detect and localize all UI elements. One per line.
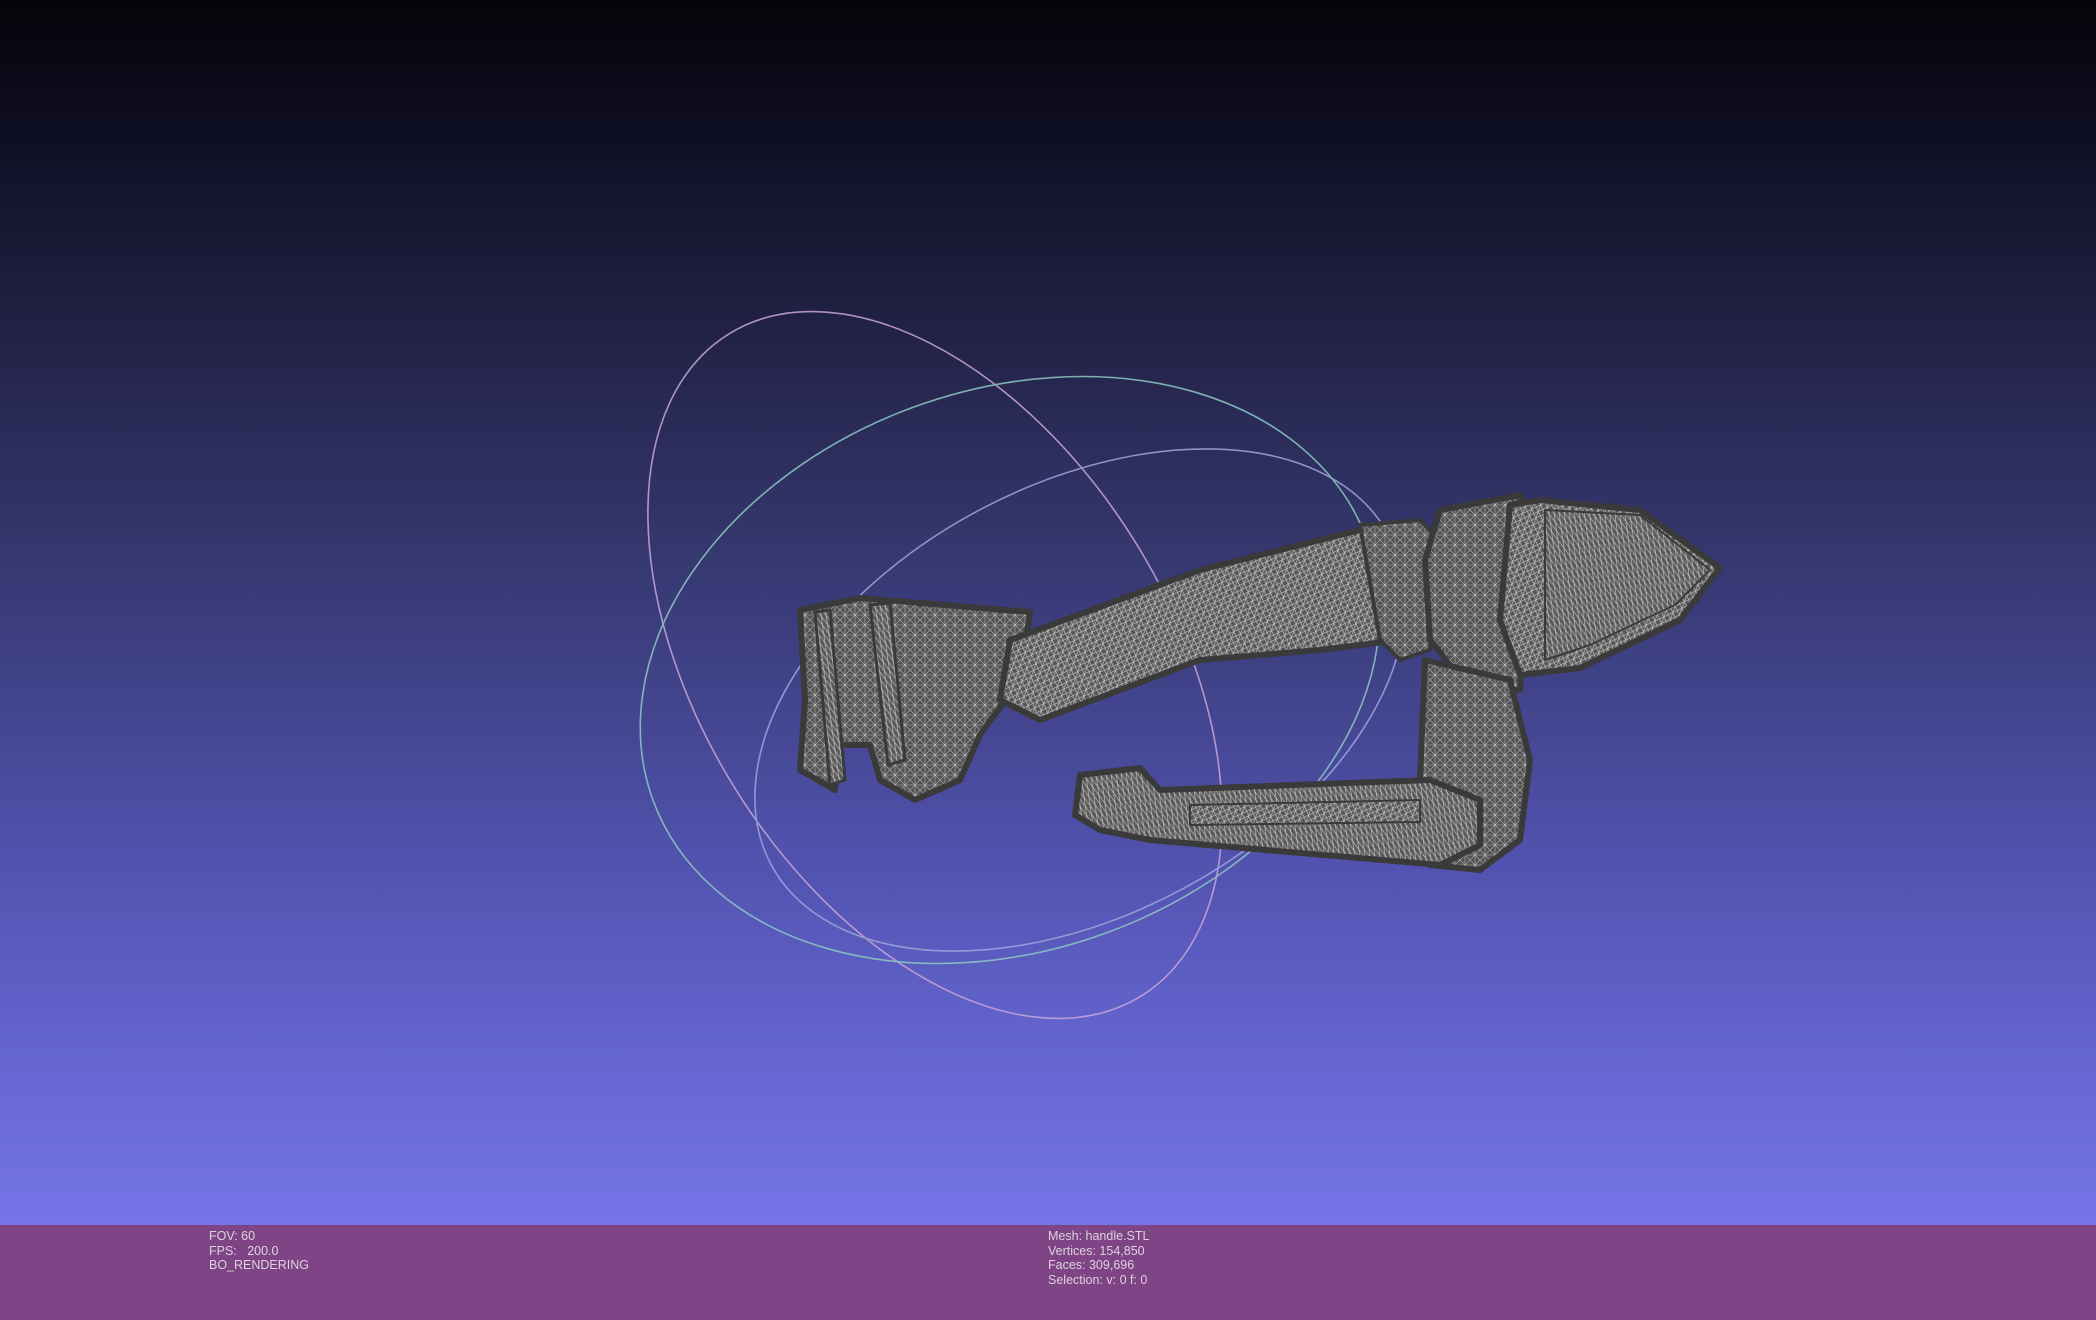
meshlab-window: FOV: 60 FPS: 200.0 BO_RENDERING Mesh: ha… (0, 0, 2096, 1320)
mesh-model[interactable] (797, 492, 1723, 873)
faces-count-label: Faces: 309,696 (1048, 1258, 1135, 1273)
fov-label: FOV: 60 (209, 1229, 256, 1243)
3d-viewport[interactable] (0, 0, 2096, 1225)
scene-canvas[interactable] (0, 0, 2096, 1225)
mesh-info-panel: Mesh: handle.STL Vertices: 154,850 Faces… (1048, 1229, 1149, 1287)
mesh-name-label: Mesh: handle.STL (1048, 1229, 1150, 1243)
render-info-panel: FOV: 60 FPS: 200.0 BO_RENDERING (209, 1229, 309, 1273)
vertices-count-label: Vertices: 154,850 (1048, 1243, 1145, 1258)
mesh-shaft (997, 527, 1413, 723)
rendering-mode-label: BO_RENDERING (209, 1258, 310, 1273)
fps-label: FPS: 200.0 (209, 1243, 279, 1258)
status-info-bar: FOV: 60 FPS: 200.0 BO_RENDERING Mesh: ha… (0, 1225, 2096, 1320)
selection-label: Selection: v: 0 f: 0 (1048, 1272, 1148, 1287)
